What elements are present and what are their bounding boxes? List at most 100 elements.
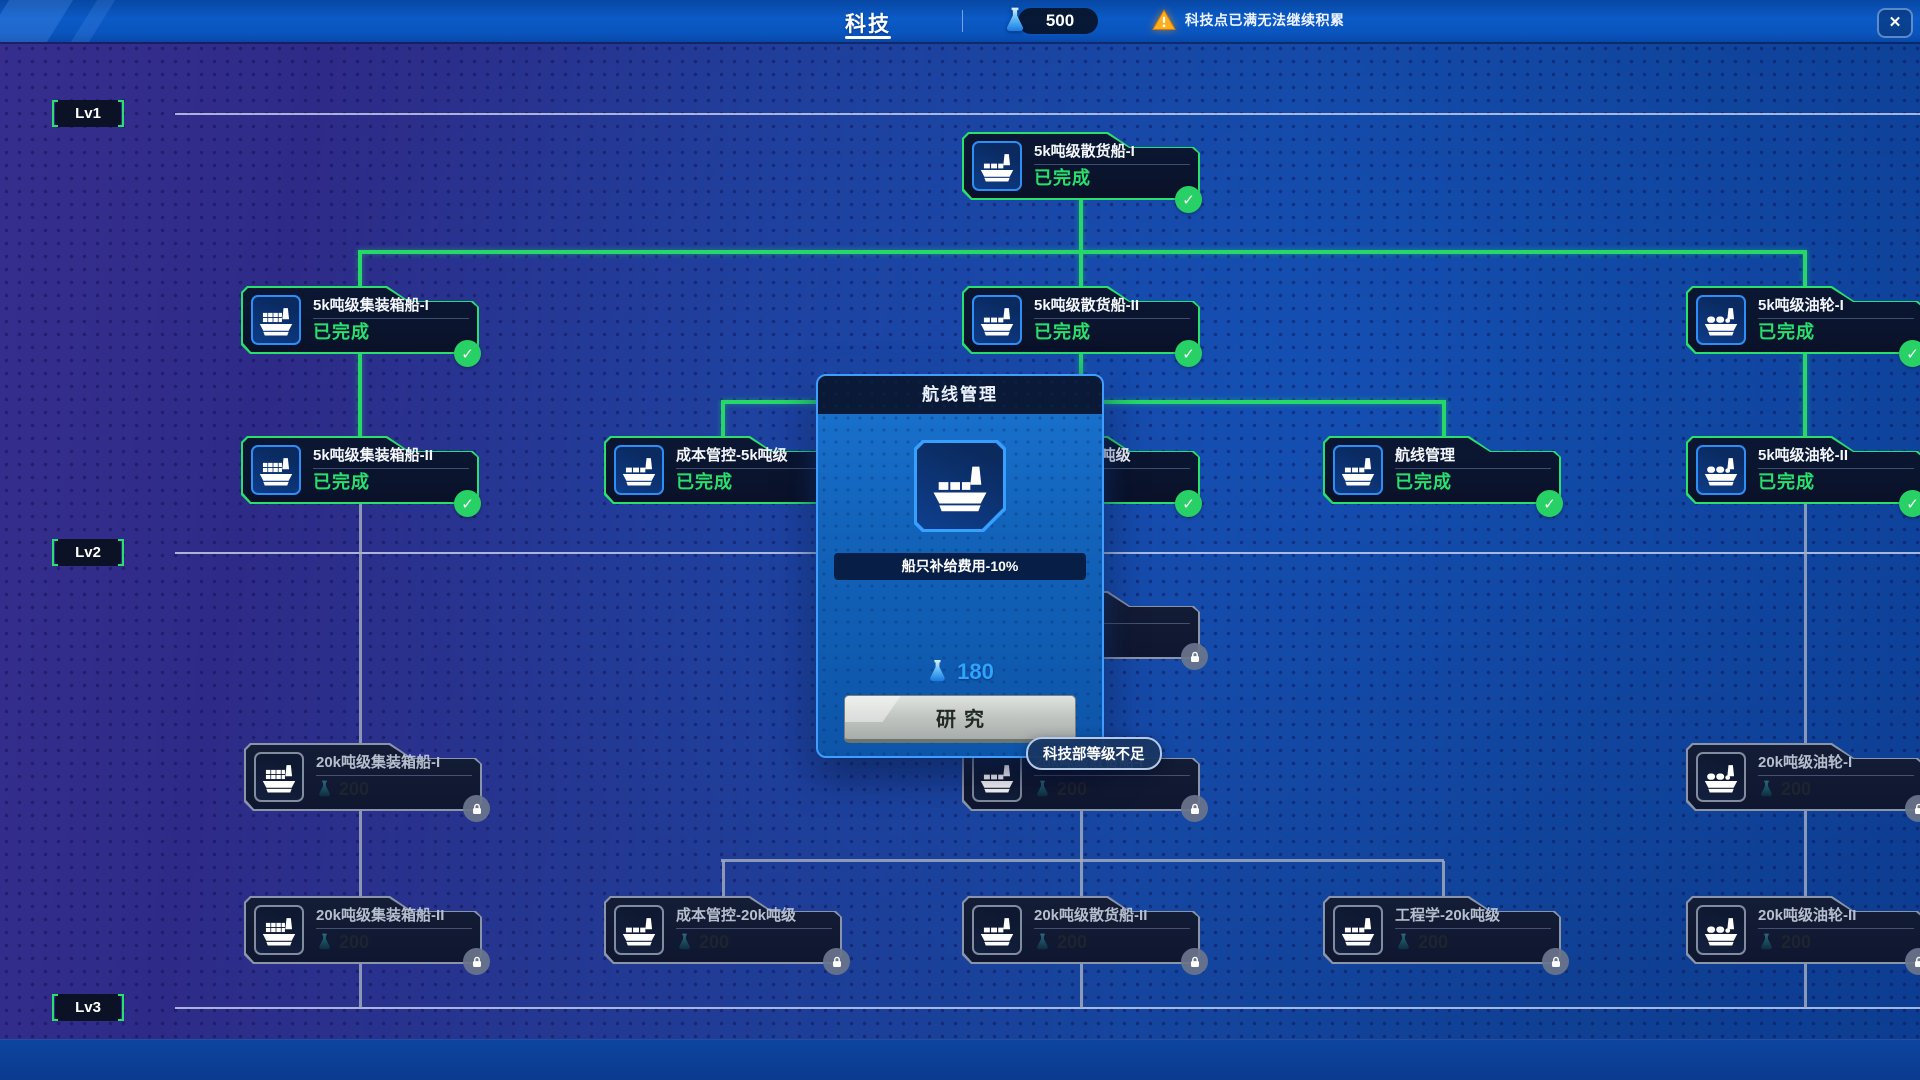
tech-node[interactable]: 5k吨级油轮-I 已完成 ✓ (1686, 286, 1920, 354)
node-divider (1758, 468, 1914, 469)
tech-node[interactable]: 5k吨级油轮-II 已完成 ✓ (1686, 436, 1920, 504)
node-divider (1758, 775, 1914, 776)
node-title: 成本管控-20k吨级 (676, 906, 832, 926)
warning-text: 科技点已满无法继续积累 (1185, 10, 1345, 30)
check-icon: ✓ (1182, 191, 1195, 209)
node-divider (1395, 928, 1551, 929)
node-status-completed: 已完成 (313, 320, 469, 344)
level-badge: Lv3 (55, 994, 121, 1021)
flask-icon (1034, 779, 1051, 800)
node-title: 成本管控-5k吨级 (676, 446, 832, 466)
lock-icon (1912, 802, 1920, 816)
decorative-streak (67, 0, 119, 42)
node-divider (316, 775, 472, 776)
tech-node[interactable]: 20k吨级集装箱船-II 200 ✓ (244, 896, 482, 964)
node-title: 5k吨级油轮-II (1758, 446, 1914, 466)
node-cost: 200 (316, 930, 472, 954)
node-cost-value: 200 (1781, 779, 1811, 800)
node-status-completed: 已完成 (1034, 320, 1190, 344)
node-state-badge: ✓ (1175, 490, 1202, 517)
modal-title: 航线管理 (818, 376, 1102, 414)
flask-icon (1002, 6, 1028, 36)
tab-active-indicator (845, 36, 891, 39)
bulk-ship-icon (614, 445, 664, 495)
tech-node[interactable]: 20k吨级散货船-II 200 ✓ (962, 896, 1200, 964)
lock-icon (830, 955, 844, 969)
container-ship-icon (254, 752, 304, 802)
node-cost: 200 (1758, 777, 1914, 801)
lock-icon (1188, 955, 1202, 969)
bulk-ship-icon (972, 295, 1022, 345)
node-state-badge: ✓ (463, 948, 490, 975)
node-cost-value: 200 (339, 932, 369, 953)
level-divider-line (175, 1007, 1920, 1009)
tech-node[interactable]: 20k吨级油轮-II 200 ✓ (1686, 896, 1920, 964)
flask-icon (316, 932, 333, 953)
research-effect-label: 船只补给费用-10% (834, 553, 1086, 580)
tech-node[interactable]: 5k吨级散货船-I 已完成 ✓ (962, 132, 1200, 200)
tech-node[interactable]: 5k吨级散货船-II 已完成 ✓ (962, 286, 1200, 354)
tech-node[interactable]: 工程学-20k吨级 200 ✓ (1323, 896, 1561, 964)
tech-node[interactable]: 5k吨级集装箱船-I 已完成 ✓ (241, 286, 479, 354)
connector-line (1079, 198, 1083, 252)
bulk-ship-icon (614, 905, 664, 955)
node-cost-value: 200 (339, 779, 369, 800)
flask-icon (1034, 932, 1051, 953)
node-divider (1034, 318, 1190, 319)
bulk-ship-icon (972, 905, 1022, 955)
tanker-ship-icon (1696, 295, 1746, 345)
container-ship-icon (254, 905, 304, 955)
node-state-badge: ✓ (1542, 948, 1569, 975)
node-state-badge: ✓ (1175, 186, 1202, 213)
flask-icon (1758, 779, 1775, 800)
tech-points-display: 500 (1002, 6, 1098, 36)
tech-points-warning: 科技点已满无法继续积累 (1152, 8, 1345, 32)
connector-line (721, 402, 725, 438)
node-title: 5k吨级集装箱船-II (313, 446, 469, 466)
node-cost: 200 (1395, 930, 1551, 954)
connector-line (358, 352, 362, 438)
connector-line (722, 861, 725, 898)
connector-line (1079, 252, 1083, 288)
node-divider (1395, 468, 1551, 469)
level-badge: Lv2 (55, 539, 121, 566)
bulk-ship-icon (972, 752, 1022, 802)
bulk-ship-icon (929, 455, 991, 517)
decorative-streak (0, 0, 77, 42)
tech-node[interactable]: 成本管控-5k吨级 已完成 ✓ (604, 436, 842, 504)
node-title: 5k吨级散货船-I (1034, 142, 1190, 162)
connector-line (1080, 810, 1083, 861)
research-button[interactable]: 研究 (844, 695, 1076, 743)
node-state-badge: ✓ (1899, 340, 1920, 367)
check-icon: ✓ (1906, 345, 1919, 363)
flask-icon (1758, 932, 1775, 953)
node-status-completed: 已完成 (1758, 320, 1914, 344)
check-icon: ✓ (461, 345, 474, 363)
connector-line (1804, 962, 1807, 1008)
warning-icon (1152, 8, 1176, 32)
node-title: 航线管理 (1395, 446, 1551, 466)
node-divider (313, 468, 469, 469)
bulk-ship-icon (972, 141, 1022, 191)
node-divider (1034, 164, 1190, 165)
close-button[interactable]: ✕ (1877, 8, 1913, 38)
check-icon: ✓ (1182, 345, 1195, 363)
node-state-badge: ✓ (1181, 643, 1208, 670)
tech-node[interactable]: 航线管理 已完成 ✓ (1323, 436, 1561, 504)
tech-node[interactable]: 20k吨级集装箱船-I 200 ✓ (244, 743, 482, 811)
node-state-badge: ✓ (454, 340, 481, 367)
tech-node[interactable]: 20k吨级油轮-I 200 ✓ (1686, 743, 1920, 811)
lock-icon (1912, 955, 1920, 969)
node-title: 20k吨级油轮-I (1758, 753, 1914, 773)
connector-line (359, 504, 362, 745)
insufficient-level-tooltip: 科技部等级不足 (1026, 737, 1162, 770)
node-cost: 200 (1034, 777, 1190, 801)
connector-line (1080, 861, 1083, 898)
page-title: 科技 (836, 8, 900, 38)
bulk-ship-icon (1333, 445, 1383, 495)
tech-node[interactable]: 成本管控-20k吨级 200 ✓ (604, 896, 842, 964)
tech-node[interactable]: 5k吨级集装箱船-II 已完成 ✓ (241, 436, 479, 504)
connector-line (359, 962, 362, 1008)
connector-line (359, 810, 362, 898)
tab-technology[interactable]: 科技 (836, 0, 900, 42)
